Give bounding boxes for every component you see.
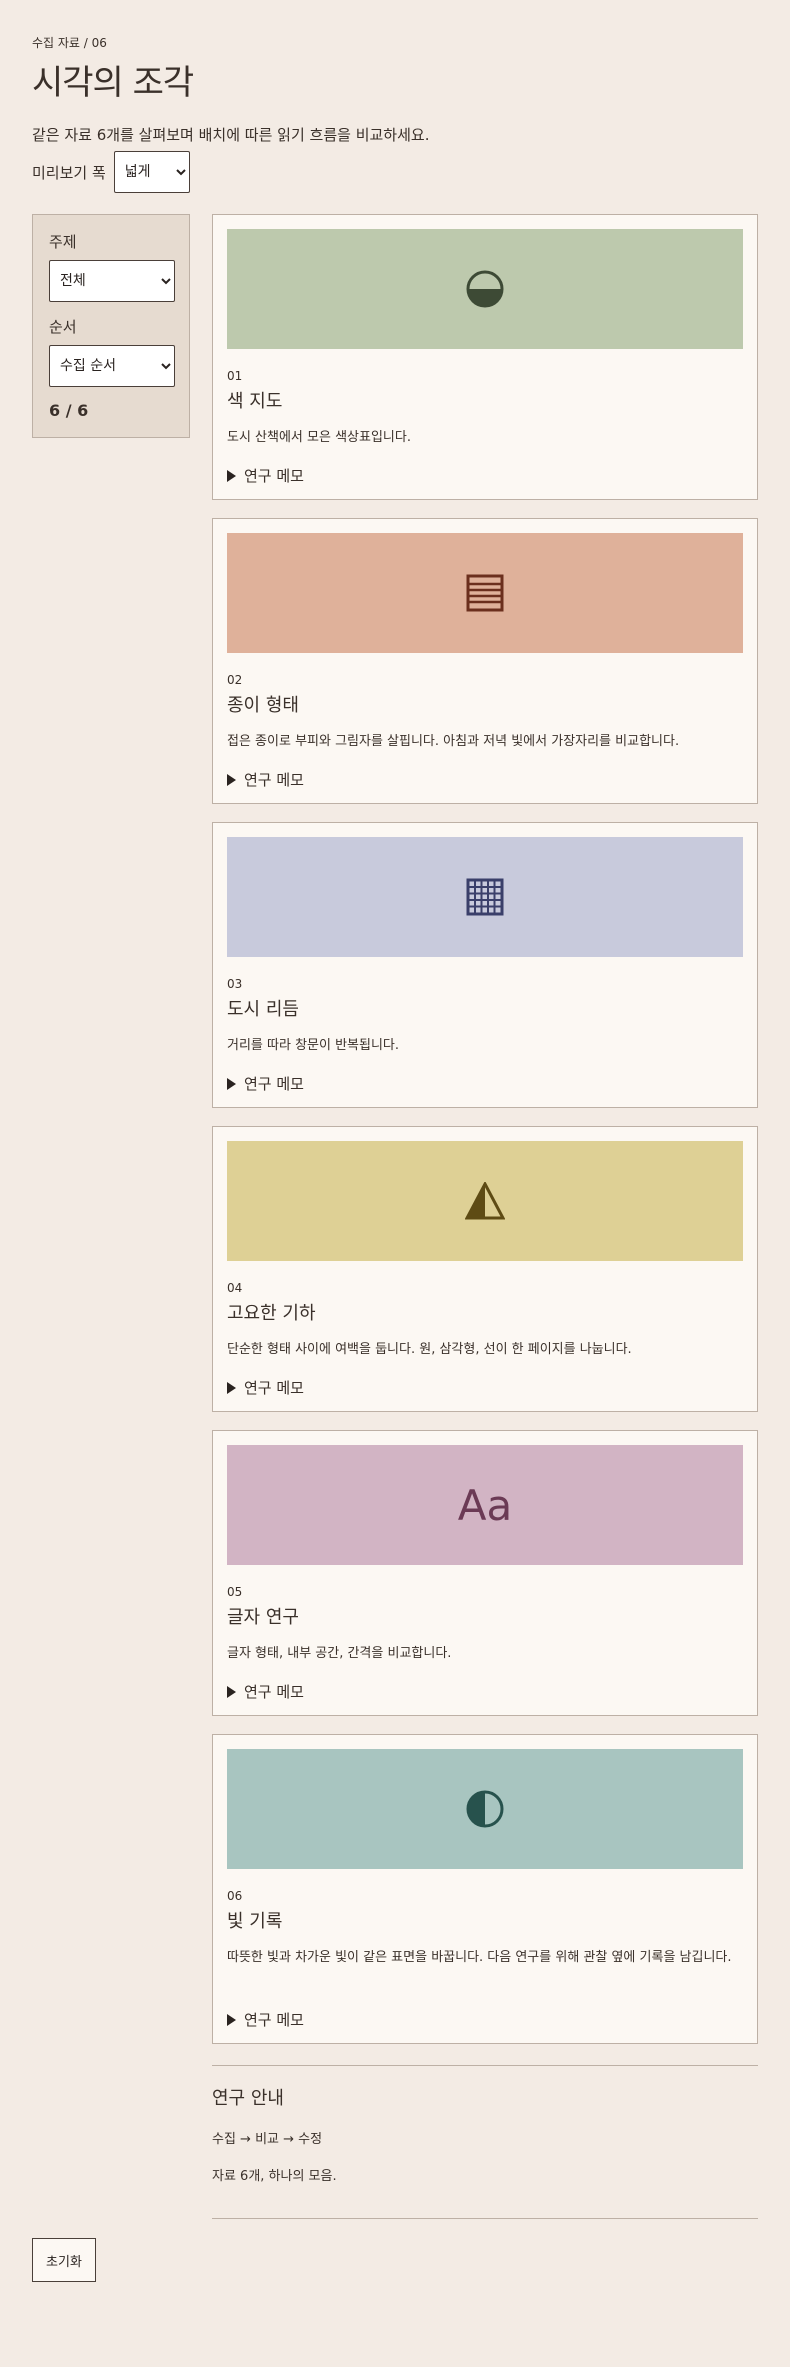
card-number: 02: [227, 673, 243, 687]
card-city-rhythm: 03 도시 리듬 거리를 따라 창문이 반복됩니다. 연구 메모: [212, 822, 758, 1108]
card-art: [227, 229, 743, 349]
intro-text: 같은 자료 6개를 살펴보며 배치에 따른 읽기 흐름을 비교하세요.: [32, 126, 430, 144]
research-memo-toggle[interactable]: 연구 메모: [227, 769, 304, 790]
memo-label: 연구 메모: [244, 467, 304, 485]
memo-label: 연구 메모: [244, 1683, 304, 1701]
grid-icon: [466, 878, 504, 916]
card-number: 04: [227, 1281, 243, 1295]
card-art: [227, 1141, 743, 1261]
guide-summary: 자료 6개, 하나의 모음.: [212, 2169, 337, 2184]
breadcrumb: 수집 자료 / 06: [32, 36, 107, 50]
card-art: [227, 533, 743, 653]
card-art: [227, 837, 743, 957]
lines-icon: [466, 574, 504, 612]
research-memo-toggle[interactable]: 연구 메모: [227, 1681, 304, 1702]
card-light-record: 06 빛 기록 따뜻한 빛과 차가운 빛이 같은 표면을 바꿉니다. 다음 연구…: [212, 1734, 758, 2044]
memo-label: 연구 메모: [244, 1075, 304, 1093]
topic-select[interactable]: 전체: [49, 260, 175, 302]
card-title: 종이 형태: [227, 695, 299, 716]
disclosure-triangle-icon: [227, 1381, 236, 1394]
disclosure-triangle-icon: [227, 1077, 236, 1090]
memo-label: 연구 메모: [244, 771, 304, 789]
memo-label: 연구 메모: [244, 2011, 304, 2029]
card-number: 01: [227, 369, 243, 383]
card-quiet-geometry: 04 고요한 기하 단순한 형태 사이에 여백을 둡니다. 원, 삼각형, 선이…: [212, 1126, 758, 1412]
card-title: 색 지도: [227, 391, 283, 412]
reset-button[interactable]: 초기화: [32, 2238, 96, 2282]
filter-sidebar: 주제 전체 순서 수집 순서 6 / 6: [32, 214, 190, 438]
card-art: Aa: [227, 1445, 743, 1565]
page-header: 수집 자료 / 06 시각의 조각 같은 자료 6개를 살펴보며 배치에 따른 …: [32, 34, 752, 145]
page-title: 시각의 조각: [32, 63, 194, 103]
guide-title: 연구 안내: [212, 2088, 284, 2109]
triangle-icon: [465, 1182, 505, 1220]
type-icon: Aa: [457, 1480, 513, 1530]
card-description: 따뜻한 빛과 차가운 빛이 같은 표면을 바꿉니다. 다음 연구를 위해 관찰 …: [227, 1950, 732, 1965]
card-description: 거리를 따라 창문이 반복됩니다.: [227, 1038, 400, 1053]
memo-label: 연구 메모: [244, 1379, 304, 1397]
order-label: 순서: [49, 318, 77, 336]
research-memo-toggle[interactable]: 연구 메모: [227, 1377, 304, 1398]
card-description: 접은 종이로 부피와 그림자를 살핍니다. 아침과 저녁 빛에서 가장자리를 비…: [227, 734, 680, 749]
card-art: [227, 1749, 743, 1869]
preview-width-label: 미리보기 폭: [32, 163, 106, 182]
disclosure-triangle-icon: [227, 773, 236, 786]
preview-width-select[interactable]: 넓게: [113, 151, 190, 193]
card-description: 도시 산책에서 모은 색상표입니다.: [227, 430, 411, 445]
card-paper-form: 02 종이 형태 접은 종이로 부피와 그림자를 살핍니다. 아침과 저녁 빛에…: [212, 518, 758, 804]
card-description: 단순한 형태 사이에 여백을 둡니다. 원, 삼각형, 선이 한 페이지를 나눕…: [227, 1342, 632, 1357]
disclosure-triangle-icon: [227, 469, 236, 482]
card-description: 글자 형태, 내부 공간, 간격을 비교합니다.: [227, 1646, 452, 1661]
card-title: 글자 연구: [227, 1607, 299, 1628]
research-memo-toggle[interactable]: 연구 메모: [227, 1073, 304, 1094]
guide-divider: [212, 2218, 758, 2219]
card-title: 고요한 기하: [227, 1303, 316, 1324]
card-number: 03: [227, 977, 243, 991]
card-color-map: 01 색 지도 도시 산책에서 모은 색상표입니다. 연구 메모: [212, 214, 758, 500]
guide-flow: 수집 → 비교 → 수정: [212, 2132, 323, 2147]
card-number: 06: [227, 1889, 243, 1903]
disclosure-triangle-icon: [227, 1685, 236, 1698]
card-title: 도시 리듬: [227, 999, 299, 1020]
card-letter-study: Aa 05 글자 연구 글자 형태, 내부 공간, 간격을 비교합니다. 연구 …: [212, 1430, 758, 1716]
preview-width-control: 미리보기 폭 넓게: [32, 151, 190, 193]
research-memo-toggle[interactable]: 연구 메모: [227, 465, 304, 486]
topic-label: 주제: [49, 233, 77, 251]
research-guide: 연구 안내 수집 → 비교 → 수정 자료 6개, 하나의 모음.: [212, 2065, 758, 2184]
order-select[interactable]: 수집 순서: [49, 345, 175, 387]
disclosure-triangle-icon: [227, 2013, 236, 2026]
half-circle-icon: [466, 270, 504, 308]
card-number: 05: [227, 1585, 243, 1599]
result-count: 6 / 6: [49, 401, 89, 420]
research-memo-toggle[interactable]: 연구 메모: [227, 2009, 304, 2030]
contrast-icon: [466, 1790, 504, 1828]
card-title: 빛 기록: [227, 1911, 283, 1932]
